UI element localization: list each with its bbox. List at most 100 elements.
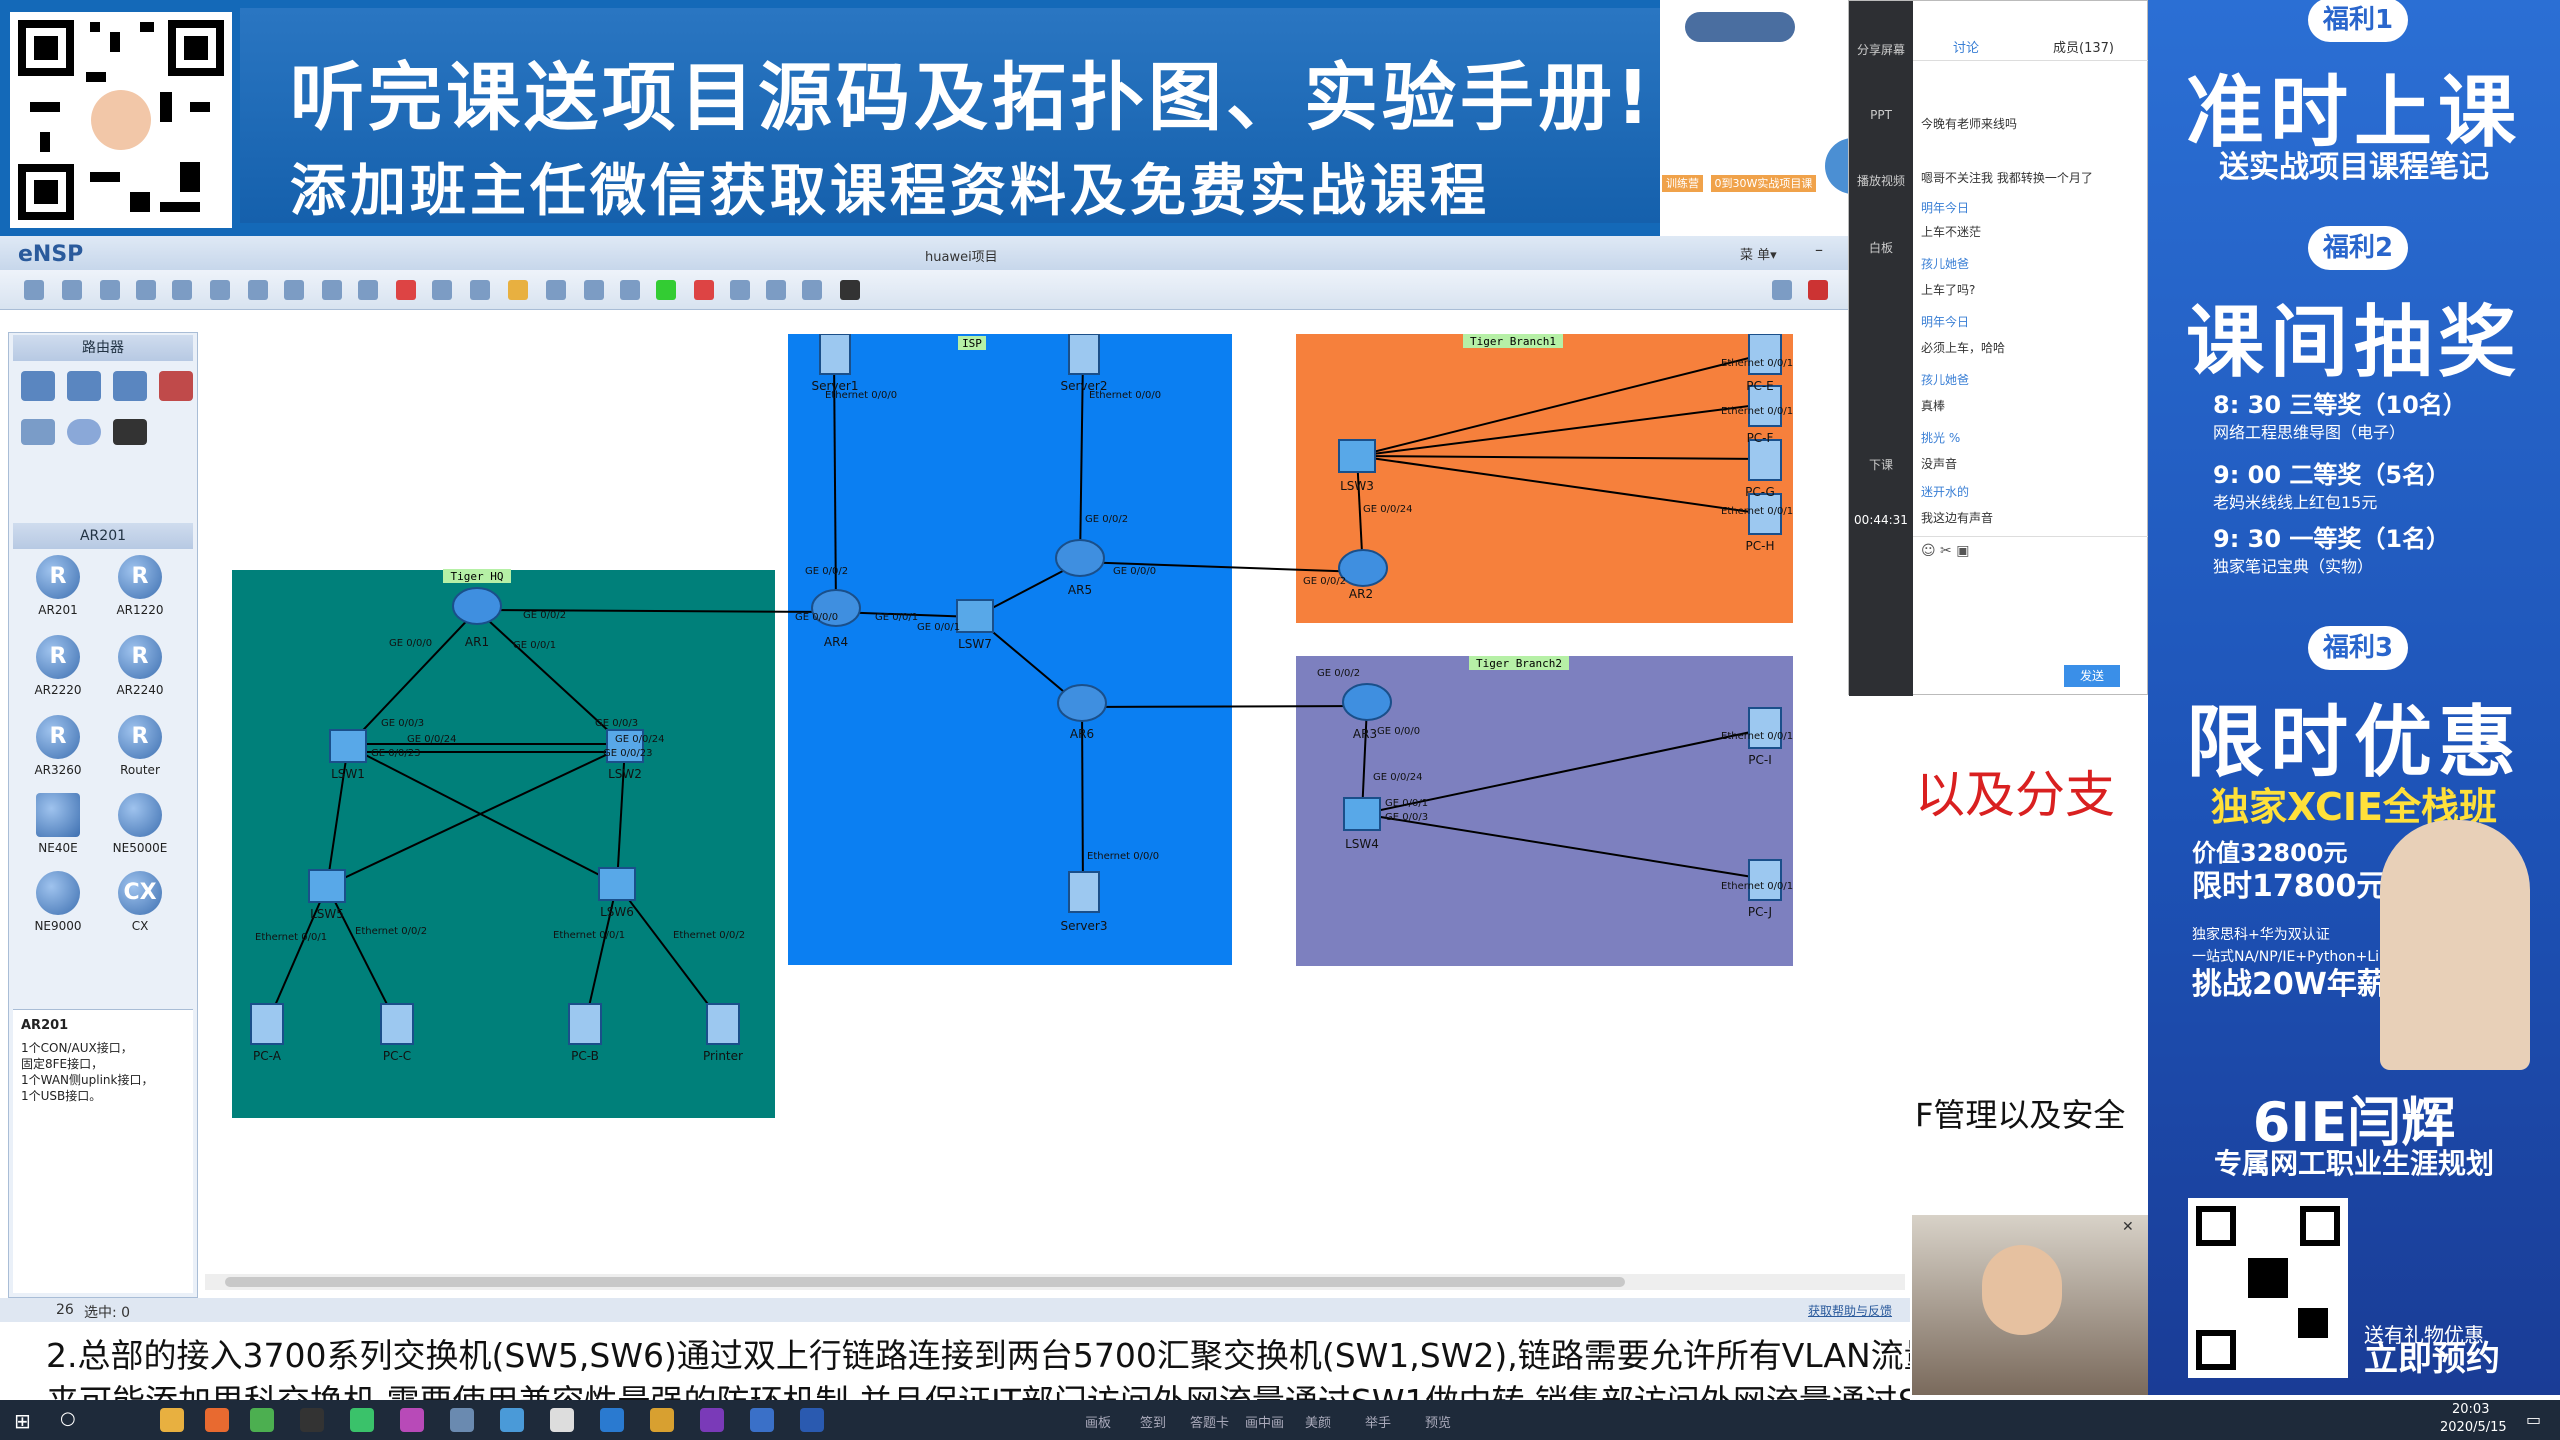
send-button[interactable]: 发送: [2064, 665, 2120, 687]
app-icon[interactable]: [300, 1408, 324, 1432]
switch-lsw6[interactable]: [598, 867, 636, 901]
share-screen-button[interactable]: 分享屏幕: [1849, 41, 1913, 58]
video-button[interactable]: 播放视频: [1849, 172, 1913, 189]
redo-icon[interactable]: [284, 280, 304, 300]
tab-discussion[interactable]: 讨论: [1953, 37, 1979, 56]
wlan-icon[interactable]: [113, 371, 147, 401]
toolbar-label[interactable]: 签到: [1140, 1412, 1166, 1431]
toolbar-label[interactable]: 答题卡: [1190, 1412, 1229, 1431]
help-link[interactable]: 获取帮助与反馈: [1808, 1302, 1892, 1319]
toolbar-label[interactable]: 画板: [1085, 1412, 1111, 1431]
app-icon[interactable]: [400, 1408, 424, 1432]
pc-g[interactable]: [1748, 439, 1782, 481]
capture-icon[interactable]: [730, 280, 750, 300]
search-icon[interactable]: ○: [60, 1408, 76, 1429]
clock-time[interactable]: 20:03: [2452, 1402, 2489, 1417]
zoom-reset-icon[interactable]: [620, 280, 640, 300]
menu-button[interactable]: 菜 单▾: [1740, 244, 1777, 263]
pc-b[interactable]: [568, 1003, 602, 1045]
router-icon[interactable]: [21, 371, 55, 401]
device-ar2220[interactable]: R AR2220: [23, 635, 93, 697]
switch-icon[interactable]: [67, 371, 101, 401]
print-icon[interactable]: [210, 280, 230, 300]
new-topology-icon[interactable]: [24, 280, 44, 300]
end-class-button[interactable]: 下课: [1849, 456, 1913, 473]
app-icon[interactable]: [600, 1408, 624, 1432]
switch-lsw4[interactable]: [1343, 797, 1381, 831]
switch-lsw1[interactable]: [329, 729, 367, 763]
tab-members[interactable]: 成员(137): [2053, 37, 2114, 56]
delete-link-icon[interactable]: [432, 280, 452, 300]
switch-lsw3[interactable]: [1338, 439, 1376, 473]
device-ar201[interactable]: R AR201: [23, 555, 93, 617]
device-ne40e[interactable]: NE40E: [23, 793, 93, 855]
toolbar-label[interactable]: 举手: [1365, 1412, 1391, 1431]
pc-icon[interactable]: [21, 419, 55, 445]
firefox-icon[interactable]: [205, 1408, 229, 1432]
terminal-icon[interactable]: [840, 280, 860, 300]
hand-icon[interactable]: [358, 280, 378, 300]
toolbar-label[interactable]: 美颜: [1305, 1412, 1331, 1431]
windows-start-icon[interactable]: ⊞: [14, 1409, 31, 1433]
select-icon[interactable]: [322, 280, 342, 300]
router-ar3[interactable]: [1342, 683, 1392, 721]
router-ar5[interactable]: [1055, 539, 1105, 577]
link-icon[interactable]: [113, 419, 147, 445]
zoom-out-icon[interactable]: [584, 280, 604, 300]
device-ar2240[interactable]: R AR2240: [105, 635, 175, 697]
close-icon[interactable]: ✕: [2122, 1219, 2140, 1237]
start-icon[interactable]: [656, 280, 676, 300]
course-tag[interactable]: 0到30W实战项目课: [1710, 175, 1817, 192]
app-icon[interactable]: [550, 1408, 574, 1432]
printer[interactable]: [706, 1003, 740, 1045]
notification-icon[interactable]: ▭: [2526, 1410, 2541, 1429]
window-icon[interactable]: [802, 280, 822, 300]
cta-button[interactable]: 立即预约: [2364, 1342, 2500, 1376]
open-icon[interactable]: [100, 280, 120, 300]
scrollbar-thumb[interactable]: [225, 1277, 1625, 1287]
ensp-taskbar-icon[interactable]: [800, 1408, 824, 1432]
router-ar1[interactable]: [452, 587, 502, 625]
pc-j[interactable]: [1748, 859, 1782, 901]
app-icon[interactable]: [450, 1408, 474, 1432]
emoji-icon[interactable]: ☺ ✂ ▣: [1921, 543, 1969, 559]
delete-icon[interactable]: [396, 280, 416, 300]
wechat-icon[interactable]: [350, 1408, 374, 1432]
explorer-icon[interactable]: [160, 1408, 184, 1432]
router-ar2[interactable]: [1338, 549, 1388, 587]
firewall-icon[interactable]: [159, 371, 193, 401]
new-example-icon[interactable]: [62, 280, 82, 300]
app-icon[interactable]: [500, 1408, 524, 1432]
device-ar3260[interactable]: R AR3260: [23, 715, 93, 777]
palette-icon[interactable]: [508, 280, 528, 300]
toolbar-label[interactable]: 预览: [1425, 1412, 1451, 1431]
save-as-icon[interactable]: [172, 280, 192, 300]
horizontal-scrollbar[interactable]: [205, 1274, 1905, 1290]
topology-canvas[interactable]: Tiger HQ ISP Tiger Branch1 Tiger Branch2: [205, 333, 1905, 1274]
whiteboard-button[interactable]: 白板: [1849, 239, 1913, 256]
topology-icon[interactable]: [766, 280, 786, 300]
text-icon[interactable]: [470, 280, 490, 300]
huawei-icon[interactable]: [1808, 280, 1828, 300]
app-icon[interactable]: [750, 1408, 774, 1432]
pc-c[interactable]: [380, 1003, 414, 1045]
save-icon[interactable]: [136, 280, 156, 300]
app-icon[interactable]: [650, 1408, 674, 1432]
device-cx[interactable]: CX CX: [105, 871, 175, 933]
stop-icon[interactable]: [694, 280, 714, 300]
server-3[interactable]: [1068, 871, 1100, 913]
course-tag[interactable]: 训练营: [1662, 175, 1703, 192]
device-router[interactable]: R Router: [105, 715, 175, 777]
switch-lsw7[interactable]: [956, 599, 994, 633]
device-ne5000e[interactable]: NE5000E: [105, 793, 175, 855]
device-ne9000[interactable]: NE9000: [23, 871, 93, 933]
zoom-in-icon[interactable]: [546, 280, 566, 300]
chrome-icon[interactable]: [250, 1408, 274, 1432]
topology-svg[interactable]: Tiger HQ ISP Tiger Branch1 Tiger Branch2: [205, 333, 1905, 1274]
pc-i[interactable]: [1748, 707, 1782, 749]
router-ar6[interactable]: [1057, 684, 1107, 722]
undo-icon[interactable]: [248, 280, 268, 300]
minimize-icon[interactable]: –: [1815, 240, 1823, 259]
ppt-button[interactable]: PPT: [1849, 108, 1913, 122]
pc-a[interactable]: [250, 1003, 284, 1045]
